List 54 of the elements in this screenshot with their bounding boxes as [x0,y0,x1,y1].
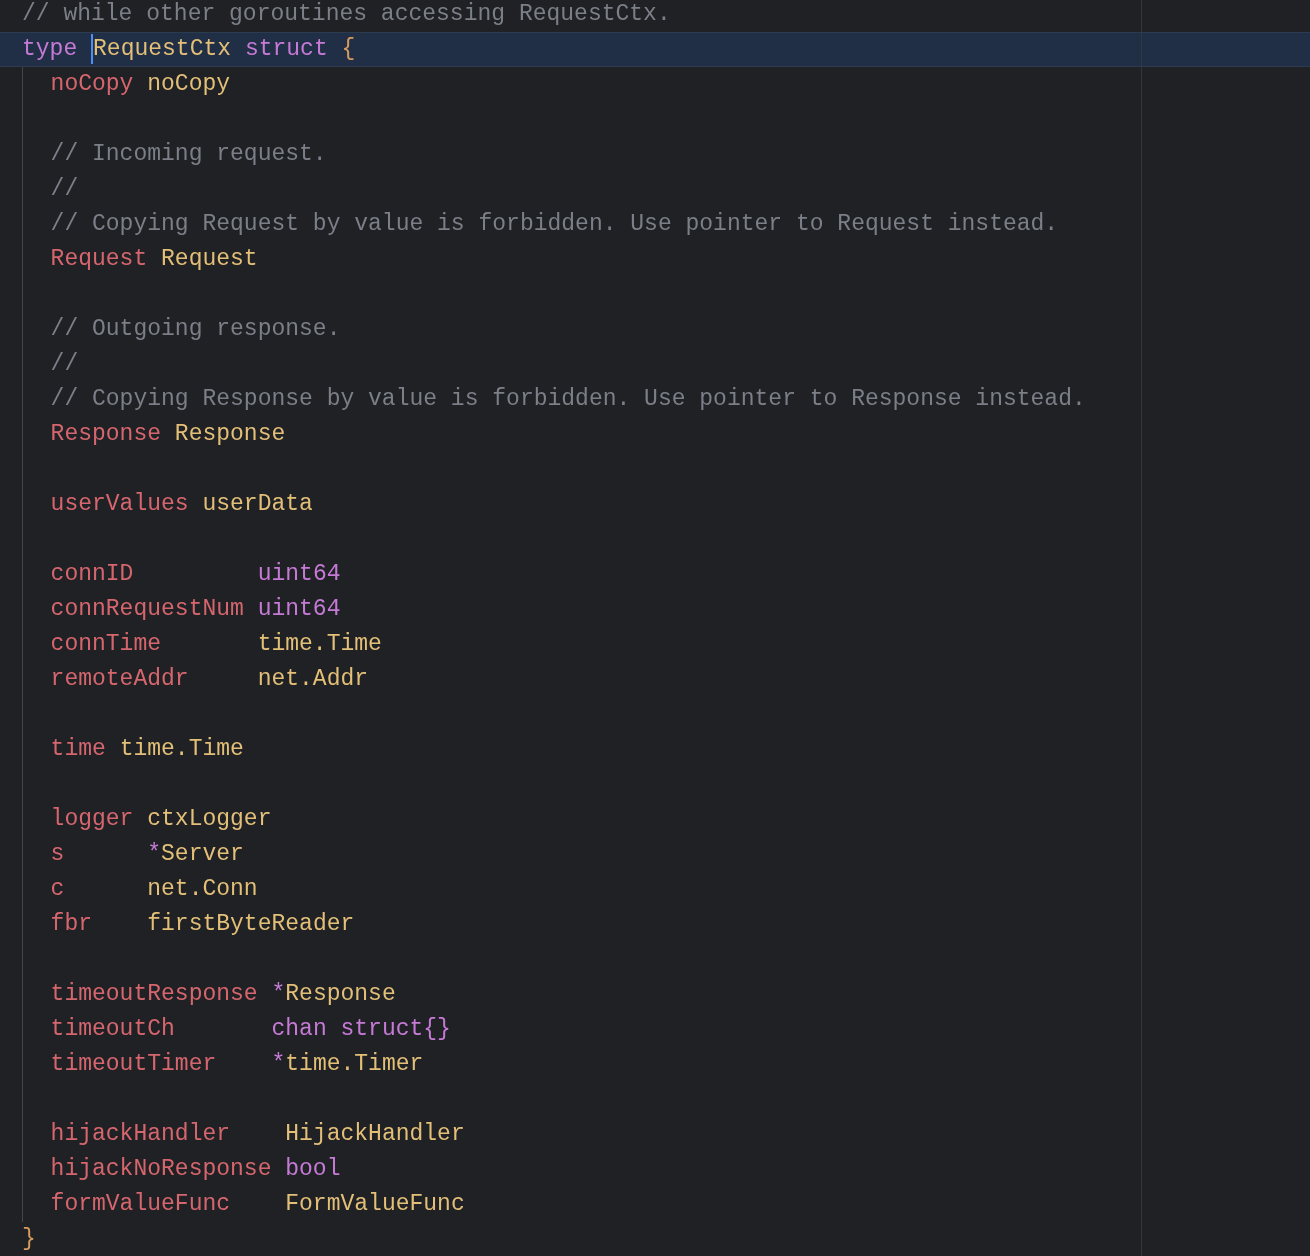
field-name: timeoutResponse [50,981,258,1007]
field-name: userValues [50,491,189,517]
type-name: firstByteReader [147,911,355,937]
type-name: userData [202,491,313,517]
field-name: logger [50,806,134,832]
keyword: uint64 [257,561,341,587]
type-name: Request [161,246,258,272]
code-comment: // Incoming request. [50,141,327,167]
type-name: time.Time [119,736,244,762]
field-name: time [50,736,106,762]
field-name: Response [50,421,162,447]
keyword: struct [244,36,328,62]
code-comment: // Outgoing response. [50,316,341,342]
code-comment: // [50,176,79,202]
keyword: * [271,981,286,1007]
brace: } [22,1226,36,1252]
keyword: * [147,841,162,867]
type-name: time.Timer [285,1051,424,1077]
type-name: Response [285,981,396,1007]
field-name: s [50,841,65,867]
type-name: noCopy [147,71,231,97]
field-name: hijackNoResponse [50,1156,272,1182]
type-name: net.Addr [257,666,369,692]
field-name: c [50,876,65,902]
keyword: chan struct{} [271,1016,451,1042]
type-name: RequestCtx [93,36,232,62]
code-comment: // [50,351,79,377]
text-cursor [91,33,94,64]
keyword: bool [285,1156,341,1182]
field-name: timeoutTimer [50,1051,217,1077]
keyword: type [22,36,78,62]
field-name: hijackHandler [50,1121,231,1147]
code-comment: // while other goroutines accessing RequestCtx. [22,1,671,27]
keyword: * [271,1051,286,1077]
type-name: ctxLogger [147,806,272,832]
field-name: formValueFunc [50,1191,231,1217]
code-comment: // Copying Request by value is forbidden. Use pointer to Request instead. [50,211,1059,237]
type-name: HijackHandler [285,1121,465,1147]
field-name: noCopy [50,71,134,97]
field-name: remoteAddr [50,666,189,692]
keyword: uint64 [257,596,341,622]
field-name: timeoutCh [50,1016,175,1042]
type-name: time.Time [257,631,382,657]
code-comment: // Copying Response by value is forbidden. Use pointer to Response instead. [50,386,1086,412]
brace: { [341,36,356,62]
field-name: connRequestNum [50,596,244,622]
type-name: Server [161,841,244,867]
field-name: fbr [50,911,93,937]
type-name: Response [174,421,286,447]
type-name: FormValueFunc [285,1191,465,1217]
type-name: net.Conn [147,876,258,902]
field-name: connID [50,561,134,587]
field-name: connTime [50,631,162,657]
field-name: Request [50,246,148,272]
